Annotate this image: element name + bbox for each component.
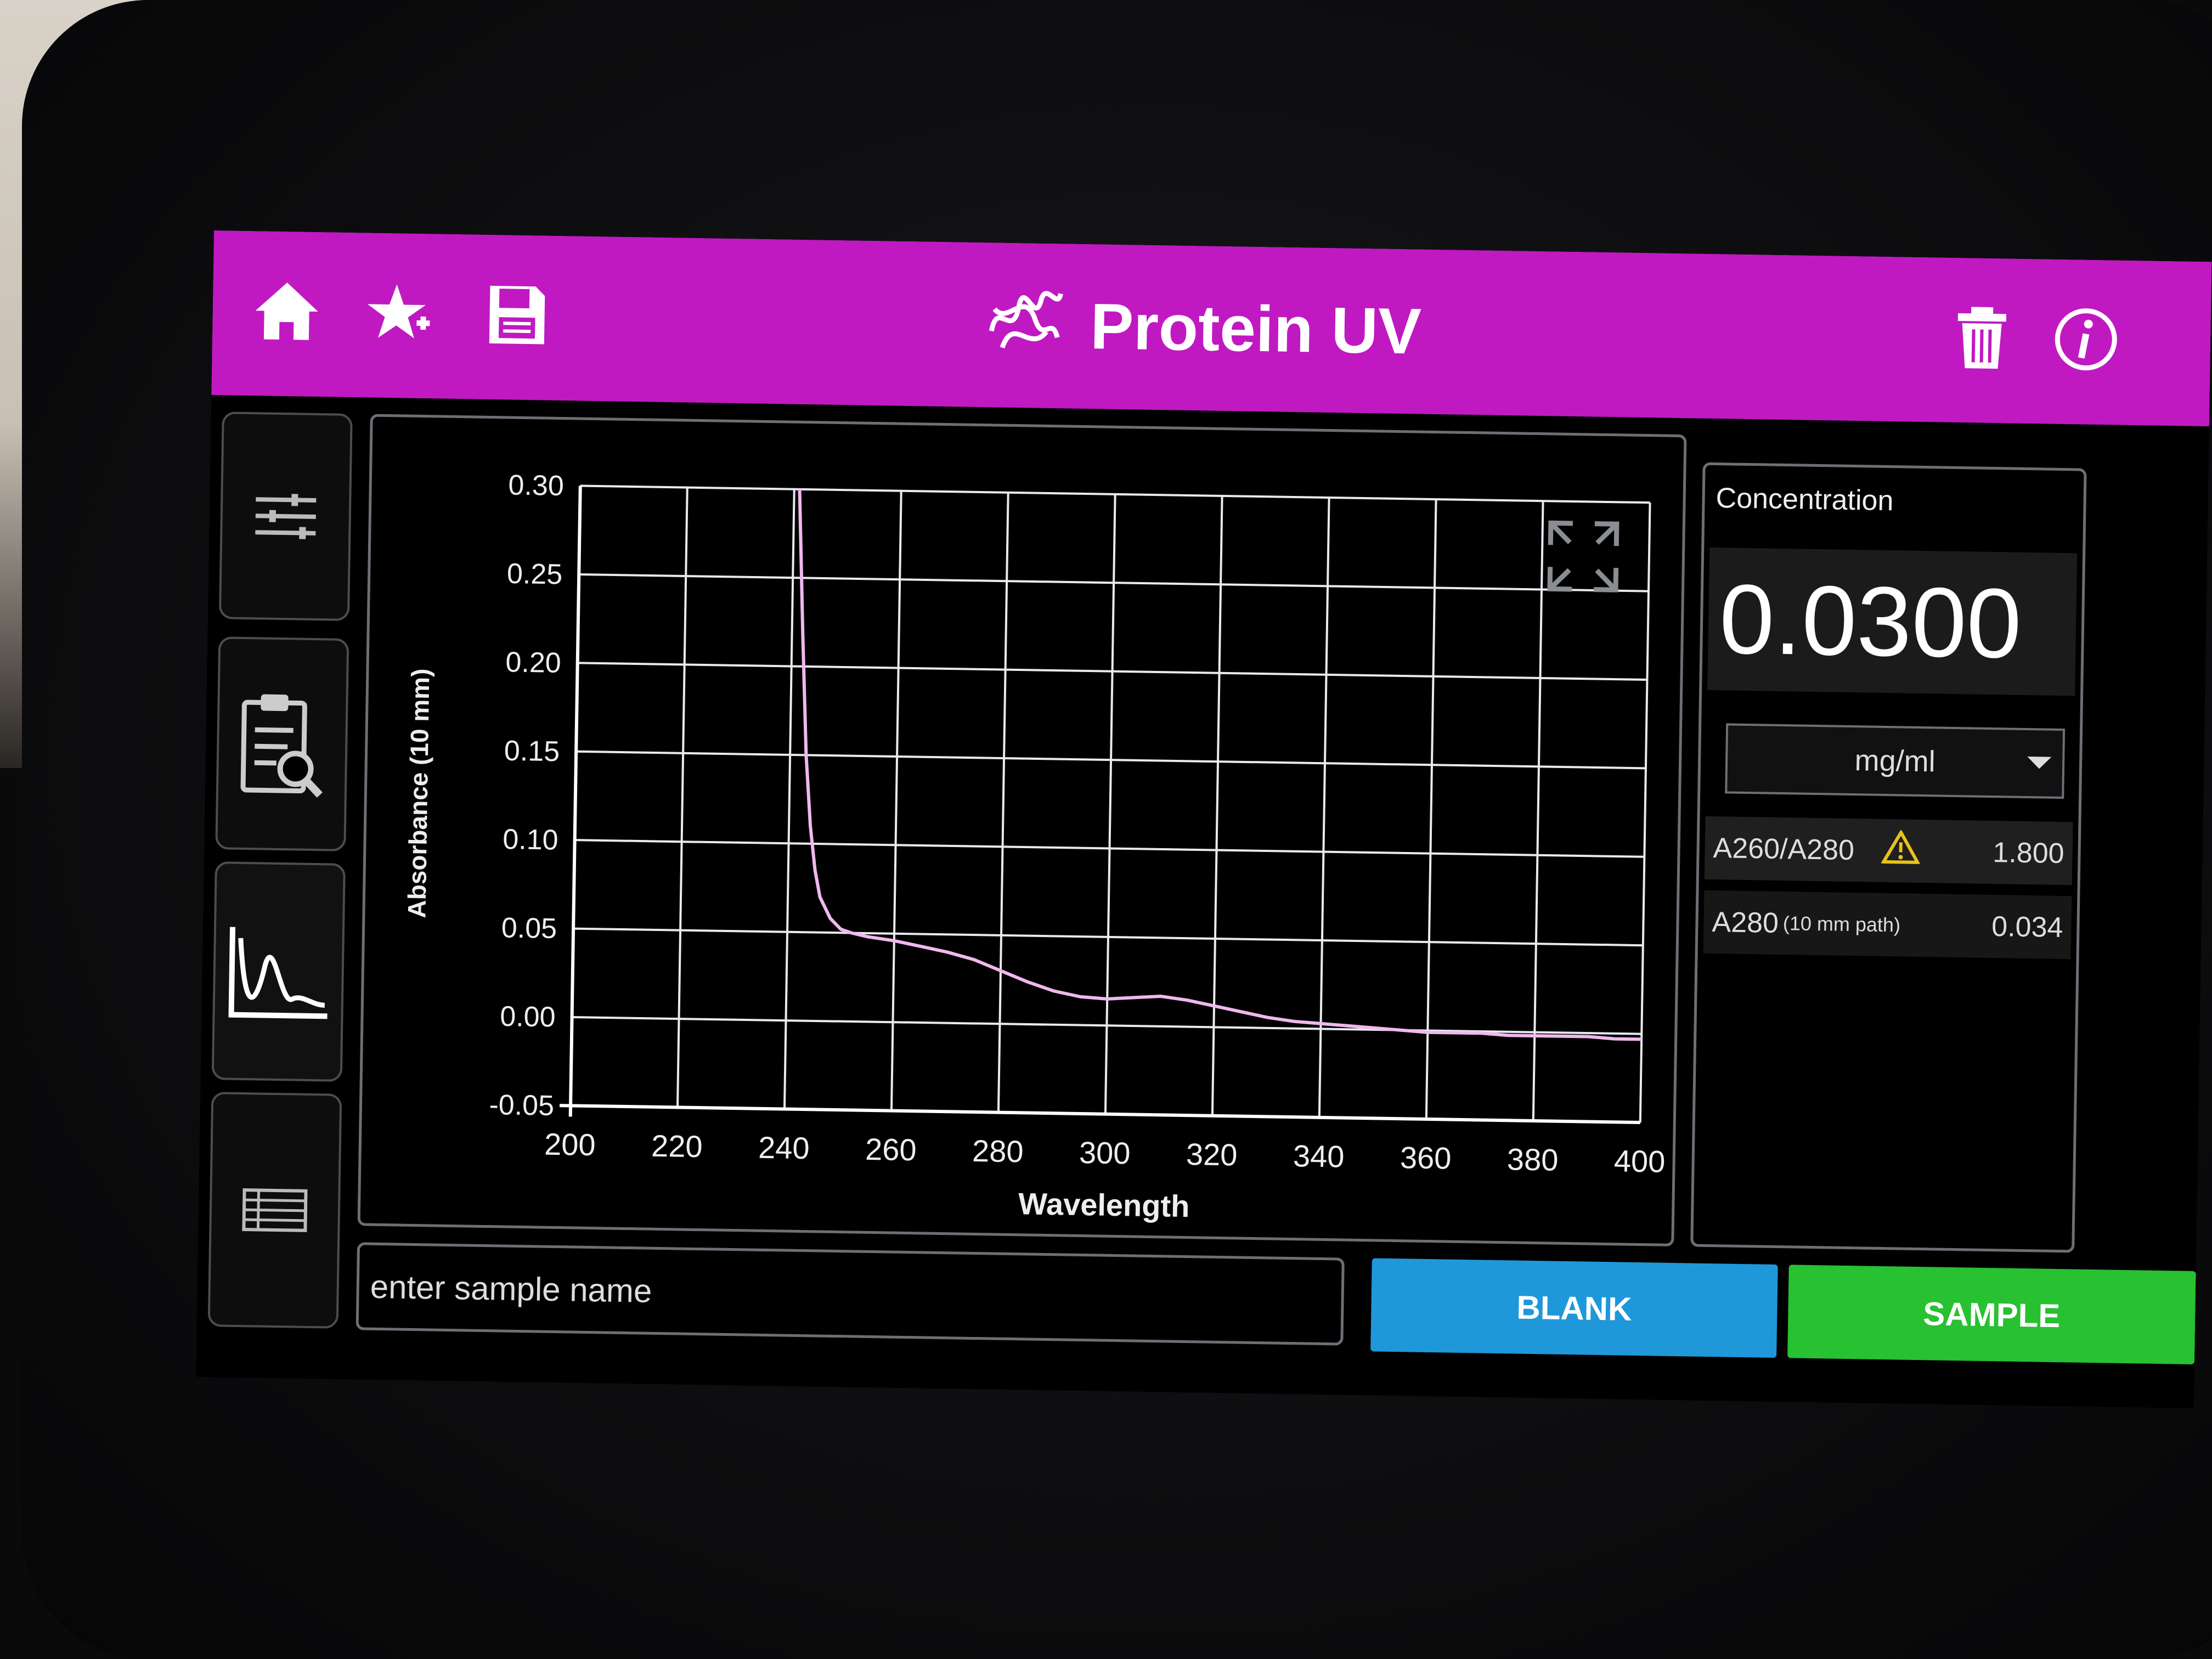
unit-dropdown[interactable]: mg/ml <box>1725 723 2066 799</box>
sample-name-input[interactable] <box>356 1242 1345 1346</box>
sliders-icon <box>255 494 317 539</box>
x-tick-label: 340 <box>1293 1138 1345 1173</box>
y-tick-label: 0.25 <box>507 558 563 591</box>
y-axis-line <box>568 486 582 1117</box>
x-grid-line <box>783 489 795 1109</box>
x-tick-label: 240 <box>758 1130 810 1165</box>
a280-path-label: (10 mm path) <box>1782 911 1901 936</box>
x-tick-label: 280 <box>972 1133 1024 1169</box>
unit-value: mg/ml <box>1854 744 1936 778</box>
spectrum-chart: 200 220 240 260 280 300 320 340 360 380 400 0.30 0.2… <box>357 414 1687 1247</box>
x-grid-line <box>1211 495 1223 1116</box>
expand-icon[interactable] <box>1544 517 1622 595</box>
x-grid-line <box>890 490 902 1111</box>
warning-icon <box>1881 829 1921 872</box>
concentration-value: 0.0300 <box>1707 547 2078 696</box>
y-tick-label: 0.15 <box>504 735 560 768</box>
chart-svg: 200 220 240 260 280 300 320 340 360 380 400 0.30 0.2… <box>402 469 1666 1223</box>
y-tick-label: 0.05 <box>501 912 557 945</box>
concentration-label: Concentration <box>1716 482 1894 517</box>
sample-button[interactable]: SAMPLE <box>1787 1265 2196 1364</box>
rail-review-button[interactable] <box>215 636 349 851</box>
x-grid-line <box>1425 499 1437 1119</box>
x-grid-line <box>1104 494 1116 1114</box>
x-grid-line <box>997 492 1009 1113</box>
results-panel: Concentration 0.0300 mg/ml A260/A280 1.8… <box>1690 462 2087 1253</box>
favorite-add-icon[interactable] <box>352 266 447 360</box>
a280-label: A280 <box>1712 906 1779 939</box>
save-icon[interactable] <box>470 267 565 362</box>
y-axis-label: Absorbance (10 mm) <box>402 668 435 918</box>
x-tick-label: 400 <box>1613 1143 1665 1178</box>
x-tick-label: 200 <box>544 1127 596 1162</box>
y-tick-label: 0.20 <box>505 646 561 679</box>
chevron-down-icon <box>2027 757 2052 769</box>
rail-graph-button[interactable] <box>211 861 346 1082</box>
x-grid-line <box>1639 503 1651 1123</box>
blank-button[interactable]: BLANK <box>1370 1258 1778 1358</box>
device-screen: Protein UV 200 220 240 260 280 300 320 340 360 38… <box>196 230 2212 1408</box>
ratio-value: 1.800 <box>1992 836 2065 870</box>
x-tick-label: 260 <box>865 1132 917 1167</box>
x-tick-label: 220 <box>651 1128 703 1164</box>
app-header: Protein UV <box>211 230 2212 427</box>
x-tick-label: 360 <box>1400 1140 1452 1175</box>
y-tick-label: 0.10 <box>503 823 558 856</box>
clipboard-search-icon <box>240 694 323 798</box>
y-tick-label: 0.30 <box>508 469 564 502</box>
a280-row: A280 (10 mm path) 0.034 <box>1703 890 2072 960</box>
a280-value: 0.034 <box>1991 910 2063 944</box>
info-icon[interactable] <box>2039 292 2134 387</box>
ratio-row: A260/A280 1.800 <box>1704 816 2073 885</box>
app-title: Protein UV <box>980 281 1422 376</box>
x-tick-label: 300 <box>1079 1135 1131 1170</box>
home-icon[interactable] <box>239 264 334 359</box>
rail-table-button[interactable] <box>207 1092 342 1329</box>
trash-icon[interactable] <box>1934 290 2029 385</box>
x-grid-line <box>676 487 689 1108</box>
x-axis-line <box>559 1104 1640 1125</box>
x-grid-line <box>1532 501 1544 1121</box>
ratio-label: A260/A280 <box>1713 832 1855 866</box>
x-tick-label: 380 <box>1506 1142 1558 1177</box>
table-list-icon <box>242 1188 308 1232</box>
x-tick-label: 320 <box>1186 1137 1238 1172</box>
rail-settings-button[interactable] <box>218 411 353 621</box>
spectrum-graph-icon <box>228 927 328 1019</box>
protein-logo-icon <box>980 276 1069 375</box>
y-tick-label: -0.05 <box>489 1089 554 1122</box>
y-tick-label: 0.00 <box>500 1001 556 1034</box>
page-title: Protein UV <box>1090 290 1422 368</box>
x-axis-label: Wavelength <box>1018 1186 1190 1223</box>
